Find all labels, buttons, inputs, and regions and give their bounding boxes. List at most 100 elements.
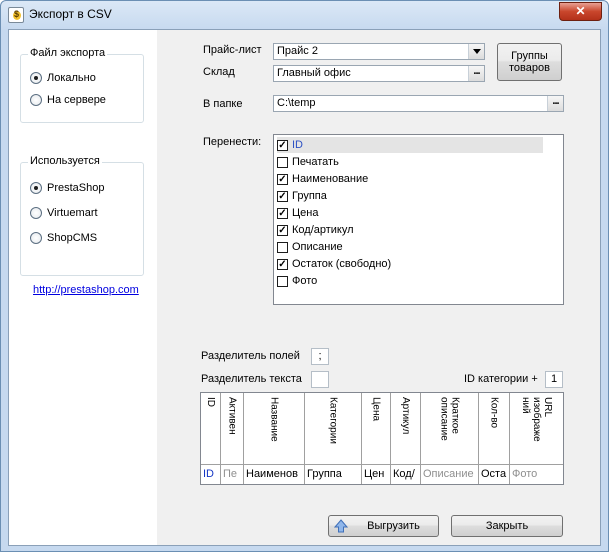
grid-cell[interactable]: Пе [221,466,243,484]
grid-column-header[interactable]: Активен [221,393,243,465]
radio-local[interactable]: Локально [30,71,96,85]
grid-cell[interactable]: ID [201,466,220,484]
field-item-group[interactable]: ✓ Группа [277,188,327,204]
folder-browse-button[interactable]: ... [547,96,563,111]
field-checkbox-sku[interactable]: ✓ [277,224,288,236]
text-separator-input[interactable] [311,371,329,388]
grid-cell[interactable]: Код/ [391,466,420,484]
field-item-print[interactable]: Печатать [277,154,339,170]
radio-local-indicator[interactable] [30,72,42,84]
field-checkbox-price[interactable]: ✓ [277,207,288,219]
dialog-client-area: Файл экспорта Локально На сервере Исполь… [8,29,601,546]
field-checkbox-group[interactable]: ✓ [277,190,288,202]
transfer-label: Перенести: [203,136,262,148]
title-bar[interactable]: $ Экспорт в CSV ✕ [1,1,608,29]
field-label: Код/артикул [292,224,354,236]
column-header-label: Категории [327,397,339,444]
grid-column[interactable]: Активен Пе [221,393,244,484]
left-options-pane: Файл экспорта Локально На сервере Исполь… [9,30,157,545]
upload-arrow-icon [334,519,348,533]
grid-column-header[interactable]: Категории [305,393,361,465]
grid-cell[interactable]: Описание [421,466,478,484]
grid-column[interactable]: Категории Группа [305,393,362,484]
grid-column[interactable]: ID ID [201,393,221,484]
radio-virtuemart[interactable]: Virtuemart [30,206,98,220]
prestashop-link[interactable]: http://prestashop.com [33,284,139,296]
grid-cell[interactable]: Группа [305,466,361,484]
field-checkbox-name[interactable]: ✓ [277,173,288,185]
field-item-photo[interactable]: Фото [277,273,317,289]
close-window-button[interactable]: ✕ [559,2,602,21]
grid-column-header[interactable]: URL изображе ний [510,393,563,465]
grid-column-header[interactable]: Кол-во [479,393,509,465]
grid-column[interactable]: Артикул Код/ [391,393,421,484]
column-header-label: Цена [370,397,382,422]
radio-shopcms-indicator[interactable] [30,232,42,244]
radio-virtuemart-indicator[interactable] [30,207,42,219]
fields-checklist[interactable]: ✓ ID Печатать ✓ Наименование ✓ Группа ✓ … [273,134,564,305]
grid-column-header[interactable]: Цена [362,393,390,465]
column-header-label: Кол-во [488,397,500,429]
grid-column[interactable]: URL изображе ний Фото [510,393,563,484]
grid-column[interactable]: Цена Цен [362,393,391,484]
grid-column[interactable]: Краткое описание Описание [421,393,479,484]
grid-cell[interactable]: Оста [479,466,509,484]
grid-column-header[interactable]: Краткое описание [421,393,478,465]
field-label: Описание [292,241,343,253]
grid-column[interactable]: Название Наименов [244,393,305,484]
field-separator-label: Разделитель полей [201,350,300,362]
category-id-label: ID категории + [464,373,538,385]
app-dollar-icon: $ [8,7,24,23]
grid-column-header[interactable]: ID [201,393,220,465]
preview-grid[interactable]: ID ID Активен Пе Название Наименов Катег… [200,392,564,485]
folder-field[interactable]: C:\temp ... [273,95,564,112]
radio-prestashop-label: PrestaShop [47,182,105,194]
radio-local-label: Локально [47,72,96,84]
chevron-down-icon[interactable] [468,44,484,59]
folder-value: C:\temp [277,97,316,109]
radio-prestashop-indicator[interactable] [30,182,42,194]
grid-cell[interactable]: Цен [362,466,390,484]
field-label: Фото [292,275,318,287]
column-header-label: Название [268,397,280,442]
product-groups-button[interactable]: Группы товаров [497,43,562,81]
export-csv-window: $ Экспорт в CSV ✕ Файл экспорта Локально… [0,0,609,552]
radio-server[interactable]: На сервере [30,93,106,107]
warehouse-field[interactable]: Главный офис ... [273,65,485,82]
radio-server-indicator[interactable] [30,94,42,106]
warehouse-browse-button[interactable]: ... [468,66,484,81]
grid-column[interactable]: Кол-во Оста [479,393,510,484]
grid-cell[interactable]: Наименов [244,466,304,484]
field-item-id[interactable]: ✓ ID [277,137,543,153]
field-checkbox-photo[interactable] [277,275,288,287]
text-separator-label: Разделитель текста [201,373,302,385]
radio-shopcms[interactable]: ShopCMS [30,231,97,245]
column-header-label: ID [205,397,216,407]
pricelist-select[interactable]: Прайс 2 [273,43,485,60]
grid-column-header[interactable]: Название [244,393,304,465]
grid-column-header[interactable]: Артикул [391,393,420,465]
field-checkbox-stock[interactable]: ✓ [277,258,288,270]
close-button[interactable]: Закрыть [451,515,563,537]
field-item-price[interactable]: ✓ Цена [277,205,318,221]
field-item-stock[interactable]: ✓ Остаток (свободно) [277,256,391,272]
field-item-description[interactable]: Описание [277,239,343,255]
field-separator-input[interactable]: ; [311,348,329,365]
column-header-label: Активен [226,397,238,435]
radio-server-label: На сервере [47,94,106,106]
window-title: Экспорт в CSV [29,7,112,21]
column-header-label: Артикул [400,397,411,435]
used-platform-group-title: Используется [28,155,102,167]
radio-prestashop[interactable]: PrestaShop [30,181,104,195]
field-label: ID [292,139,303,151]
warehouse-value: Главный офис [277,67,351,79]
field-item-name[interactable]: ✓ Наименование [277,171,368,187]
grid-cell[interactable]: Фото [510,466,563,484]
export-button[interactable]: Выгрузить [328,515,439,537]
field-item-sku[interactable]: ✓ Код/артикул [277,222,354,238]
field-checkbox-id[interactable]: ✓ [277,139,288,151]
field-checkbox-print[interactable] [277,156,288,168]
field-checkbox-description[interactable] [277,241,288,253]
pricelist-label: Прайс-лист [203,44,262,56]
category-id-input[interactable]: 1 [545,371,563,388]
